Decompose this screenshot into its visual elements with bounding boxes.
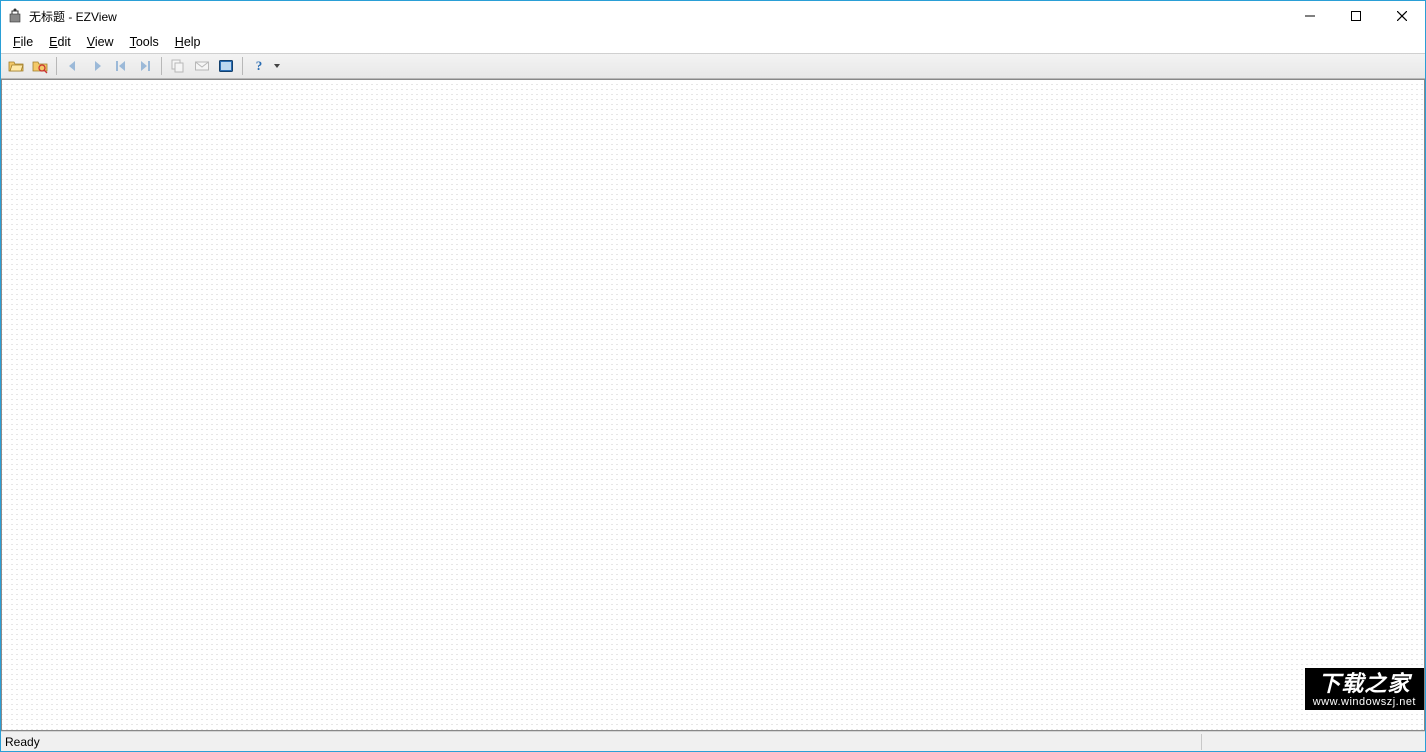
empty-canvas-hatch — [2, 80, 1424, 730]
help-dropdown-icon[interactable] — [272, 55, 282, 77]
menu-file[interactable]: File — [5, 31, 41, 53]
toolbar-separator — [242, 57, 243, 75]
menubar: File Edit View Tools Help — [1, 31, 1425, 53]
minimize-button[interactable] — [1287, 1, 1333, 31]
nav-last-icon[interactable] — [134, 55, 156, 77]
help-icon[interactable]: ? — [248, 55, 270, 77]
nav-first-icon[interactable] — [110, 55, 132, 77]
status-pane — [1201, 734, 1421, 750]
close-button[interactable] — [1379, 1, 1425, 31]
statusbar: Ready — [1, 731, 1425, 751]
maximize-button[interactable] — [1333, 1, 1379, 31]
canvas-area: 下载之家 www.windowszj.net — [1, 79, 1425, 731]
menu-view[interactable]: View — [79, 31, 122, 53]
window-title: 无标题 - EZView — [29, 8, 117, 25]
browse-icon[interactable] — [29, 55, 51, 77]
nav-forward-icon[interactable] — [86, 55, 108, 77]
app-window: 无标题 - EZView File Edit View Tools Help — [0, 0, 1426, 752]
toolbar: ? — [1, 53, 1425, 79]
open-icon[interactable] — [5, 55, 27, 77]
menu-tools[interactable]: Tools — [122, 31, 167, 53]
svg-text:?: ? — [256, 58, 263, 73]
status-text: Ready — [5, 735, 40, 749]
window-controls — [1287, 1, 1425, 31]
toolbar-separator — [161, 57, 162, 75]
copy-icon[interactable] — [167, 55, 189, 77]
titlebar: 无标题 - EZView — [1, 1, 1425, 31]
menu-help[interactable]: Help — [167, 31, 209, 53]
nav-back-icon[interactable] — [62, 55, 84, 77]
app-icon — [7, 8, 23, 24]
menu-edit[interactable]: Edit — [41, 31, 79, 53]
mail-icon[interactable] — [191, 55, 213, 77]
fullscreen-icon[interactable] — [215, 55, 237, 77]
toolbar-separator — [56, 57, 57, 75]
